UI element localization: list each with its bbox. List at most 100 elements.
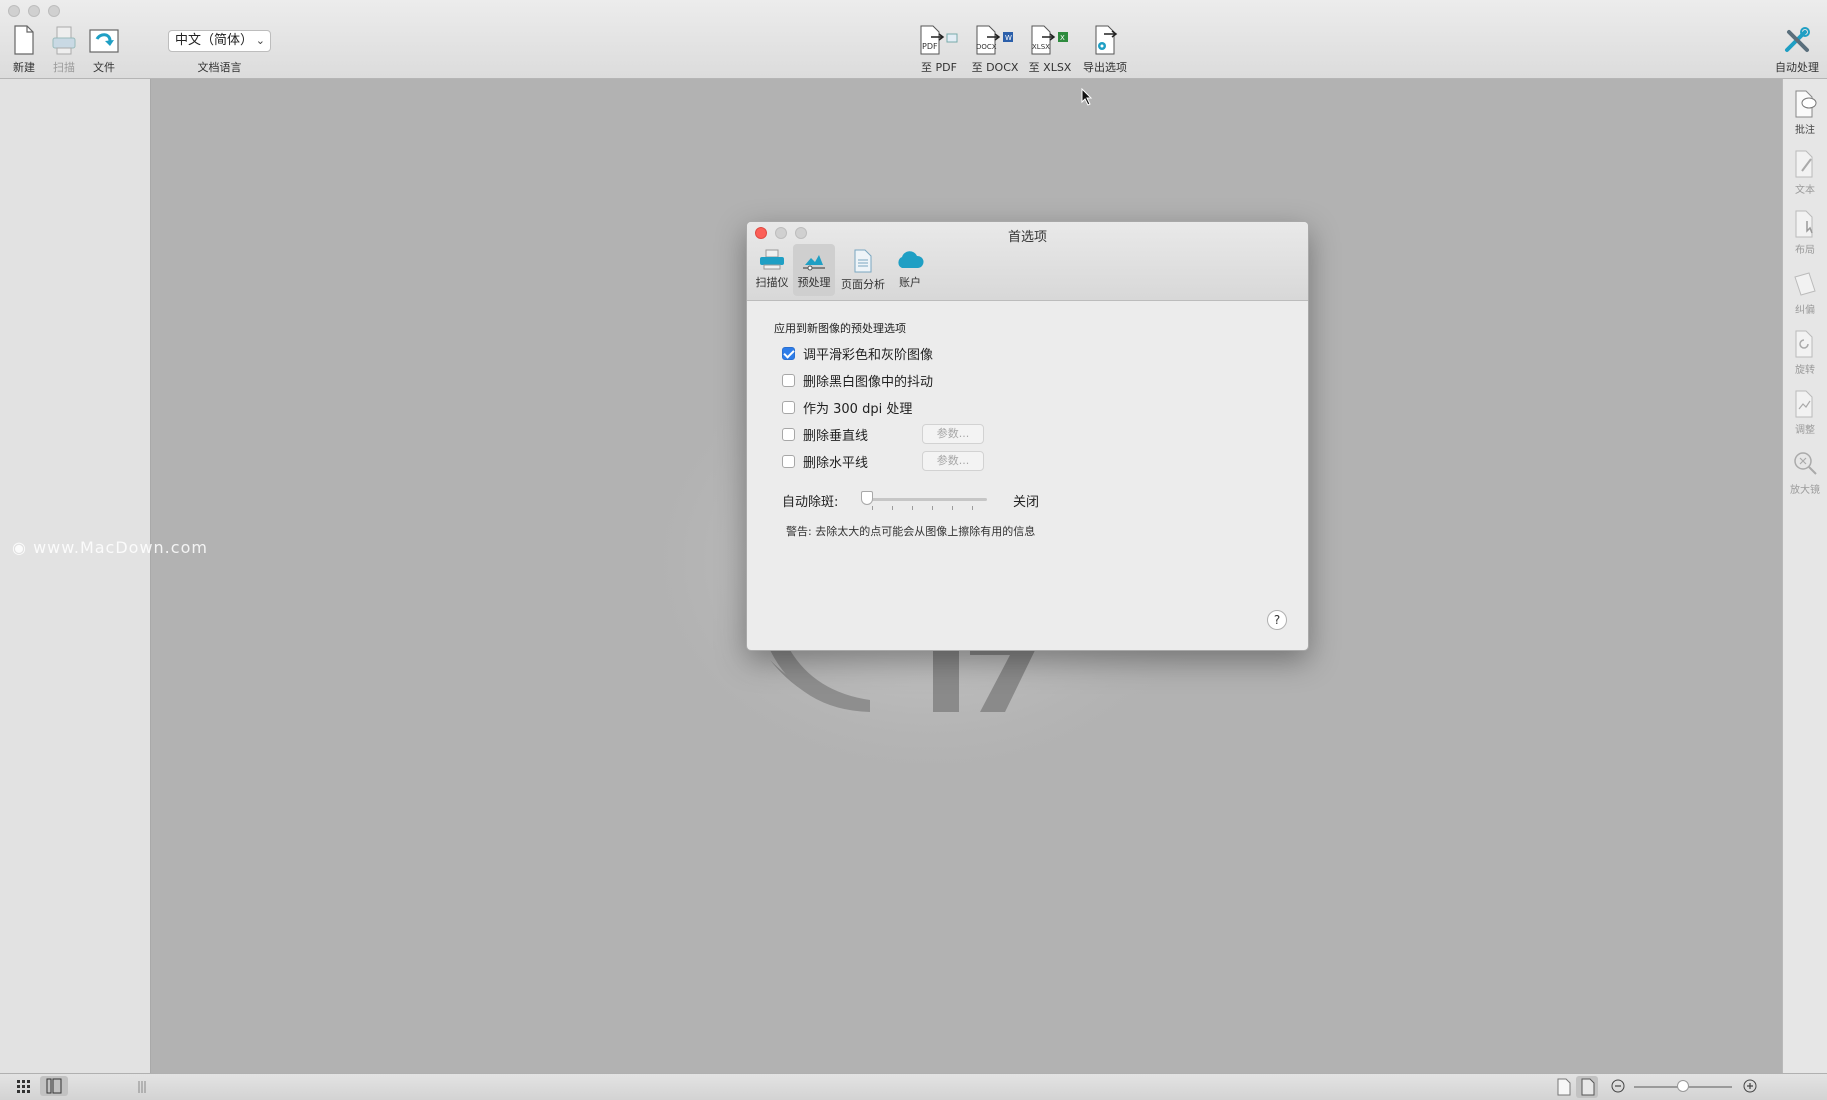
- xlsx-export-icon: XLSX X: [1031, 25, 1068, 55]
- magnifier-icon: [1794, 452, 1817, 475]
- dialog-title: 首选项: [1007, 230, 1047, 245]
- vertical-lines-params-button[interactable]: 参数...: [922, 424, 984, 444]
- grid-view-icon[interactable]: [16, 1079, 32, 1095]
- tab-page-analysis[interactable]: 页面分析: [839, 244, 887, 296]
- cloud-icon: [898, 251, 924, 268]
- document-language-select[interactable]: 中文（简体） ⌄: [168, 30, 271, 52]
- image-page-view-icon: [1581, 1078, 1595, 1096]
- main-toolbar: 新建 扫描 文件 中文（简体） ⌄ 文档语言 PDF 至 PDF DOCX W …: [0, 0, 1827, 106]
- window-zoom-button[interactable]: [48, 5, 60, 17]
- despeckle-slider-thumb[interactable]: [861, 491, 873, 505]
- page-thumbnails-panel: [0, 79, 151, 1073]
- tab-preprocessing[interactable]: 预处理: [793, 244, 835, 296]
- zoom-slider-thumb[interactable]: [1677, 1080, 1689, 1092]
- auto-process-label: 自动处理: [1775, 61, 1819, 74]
- remove-vertical-lines-label: 删除垂直线: [803, 428, 869, 444]
- remove-vertical-lines-checkbox[interactable]: [782, 427, 795, 441]
- option-smooth-color-gray[interactable]: 调平滑彩色和灰阶图像: [782, 344, 934, 363]
- remove-dither-checkbox[interactable]: [782, 373, 795, 387]
- remove-horizontal-lines-checkbox[interactable]: [782, 454, 795, 468]
- slider-tick: [912, 506, 913, 510]
- tab-account-label: 账户: [899, 276, 921, 289]
- process-300dpi-checkbox[interactable]: [782, 400, 795, 414]
- document-language-value: 中文（简体）: [175, 33, 254, 48]
- rotate-tool[interactable]: 旋转: [1783, 329, 1827, 376]
- window-close-button[interactable]: [8, 5, 20, 17]
- mouse-cursor-icon: [1081, 88, 1093, 106]
- warning-text: 警告: 去除太大的点可能会从图像上擦除有用的信息: [786, 525, 1036, 538]
- remove-horizontal-lines-label: 删除水平线: [803, 455, 869, 471]
- pdf-icon-text: PDF: [922, 42, 938, 51]
- chevron-down-icon: ⌄: [255, 34, 265, 47]
- option-remove-horizontal-lines[interactable]: 删除水平线 参数...: [782, 451, 984, 471]
- to-xlsx-label: 至 XLSX: [1028, 61, 1072, 74]
- horizontal-lines-params-button[interactable]: 参数...: [922, 451, 984, 471]
- text-tool-label: 文本: [1795, 185, 1815, 196]
- text-page-view-icon[interactable]: [1556, 1078, 1572, 1096]
- magnifier-tool[interactable]: 放大镜: [1783, 449, 1827, 496]
- text-edit-icon: [1795, 150, 1813, 178]
- preferences-dialog-header: 首选项 扫描仪 预处理 页面分析 账户: [747, 222, 1308, 301]
- window-minimize-button[interactable]: [28, 5, 40, 17]
- annotate-tool[interactable]: 批注: [1783, 89, 1827, 136]
- file-open-icon: [89, 29, 119, 53]
- smooth-color-gray-label: 调平滑彩色和灰阶图像: [803, 347, 934, 363]
- scanner-icon: [760, 249, 784, 270]
- adjust-tool[interactable]: 调整: [1783, 389, 1827, 436]
- layout-tool[interactable]: 布局: [1783, 209, 1827, 256]
- to-pdf-button[interactable]: PDF 至 PDF: [916, 24, 962, 75]
- remove-dither-label: 删除黑白图像中的抖动: [803, 374, 934, 390]
- image-page-view-button[interactable]: [1576, 1076, 1598, 1098]
- to-docx-label: 至 DOCX: [971, 61, 1019, 74]
- new-document-icon: [14, 25, 34, 55]
- svg-text:W: W: [1005, 34, 1012, 42]
- deskew-tool-label: 纠偏: [1795, 305, 1815, 316]
- scan-button[interactable]: 扫描: [50, 24, 78, 75]
- pdf-export-icon: PDF: [920, 25, 958, 55]
- list-view-button[interactable]: [40, 1076, 68, 1096]
- list-view-icon: [46, 1078, 62, 1094]
- adjust-image-icon: [1795, 390, 1813, 418]
- zoom-in-icon[interactable]: [1743, 1079, 1757, 1093]
- text-tool[interactable]: 文本: [1783, 149, 1827, 196]
- help-button[interactable]: ?: [1267, 610, 1287, 630]
- file-button[interactable]: 文件: [88, 24, 120, 75]
- xlsx-icon-text: XLSX: [1032, 43, 1050, 51]
- new-button[interactable]: 新建: [10, 24, 38, 75]
- file-label: 文件: [93, 61, 115, 74]
- slider-tick: [872, 506, 873, 510]
- despeckle-value: 关闭: [1013, 495, 1040, 510]
- docx-export-icon: DOCX W: [976, 25, 1013, 55]
- to-xlsx-button[interactable]: XLSX X 至 XLSX: [1027, 24, 1073, 75]
- annotate-tool-label: 批注: [1795, 125, 1815, 136]
- despeckle-slider-track[interactable]: [867, 498, 987, 501]
- watermark-text: ◉ www.MacDown.com: [12, 538, 208, 557]
- option-process-300dpi[interactable]: 作为 300 dpi 处理: [782, 398, 912, 417]
- watermark-url: www.MacDown.com: [33, 538, 208, 557]
- tab-preprocessing-label: 预处理: [797, 276, 831, 289]
- zoom-out-icon[interactable]: [1611, 1079, 1625, 1093]
- page-analysis-icon: [854, 249, 872, 273]
- smooth-color-gray-checkbox[interactable]: [782, 346, 795, 360]
- tab-scanner[interactable]: 扫描仪: [751, 244, 793, 296]
- panel-resize-handle-icon[interactable]: [138, 1080, 146, 1094]
- deskew-tool[interactable]: 纠偏: [1783, 269, 1827, 316]
- tab-account[interactable]: 账户: [889, 244, 931, 296]
- svg-text:X: X: [1060, 34, 1065, 42]
- slider-tick: [892, 506, 893, 510]
- docx-icon-text: DOCX: [976, 43, 997, 51]
- export-options-button[interactable]: 导出选项: [1080, 24, 1130, 75]
- option-remove-vertical-lines[interactable]: 删除垂直线 参数...: [782, 424, 984, 444]
- export-settings-icon: [1095, 25, 1118, 55]
- preferences-dialog: 首选项 扫描仪 预处理 页面分析 账户 应用到新图像的预处理选项 调平滑彩色和灰…: [746, 221, 1309, 651]
- auto-process-button[interactable]: 自动处理: [1771, 24, 1823, 75]
- tab-page-analysis-label: 页面分析: [841, 278, 885, 291]
- rotate-icon: [1795, 330, 1813, 358]
- option-remove-dither[interactable]: 删除黑白图像中的抖动: [782, 371, 934, 390]
- slider-tick: [932, 506, 933, 510]
- layout-tool-label: 布局: [1795, 245, 1815, 256]
- auto-process-tools-icon: [1785, 27, 1810, 52]
- watermark-logo-icon: ◉: [12, 538, 27, 557]
- to-docx-button[interactable]: DOCX W 至 DOCX: [970, 24, 1020, 75]
- status-bar: [0, 1073, 1827, 1100]
